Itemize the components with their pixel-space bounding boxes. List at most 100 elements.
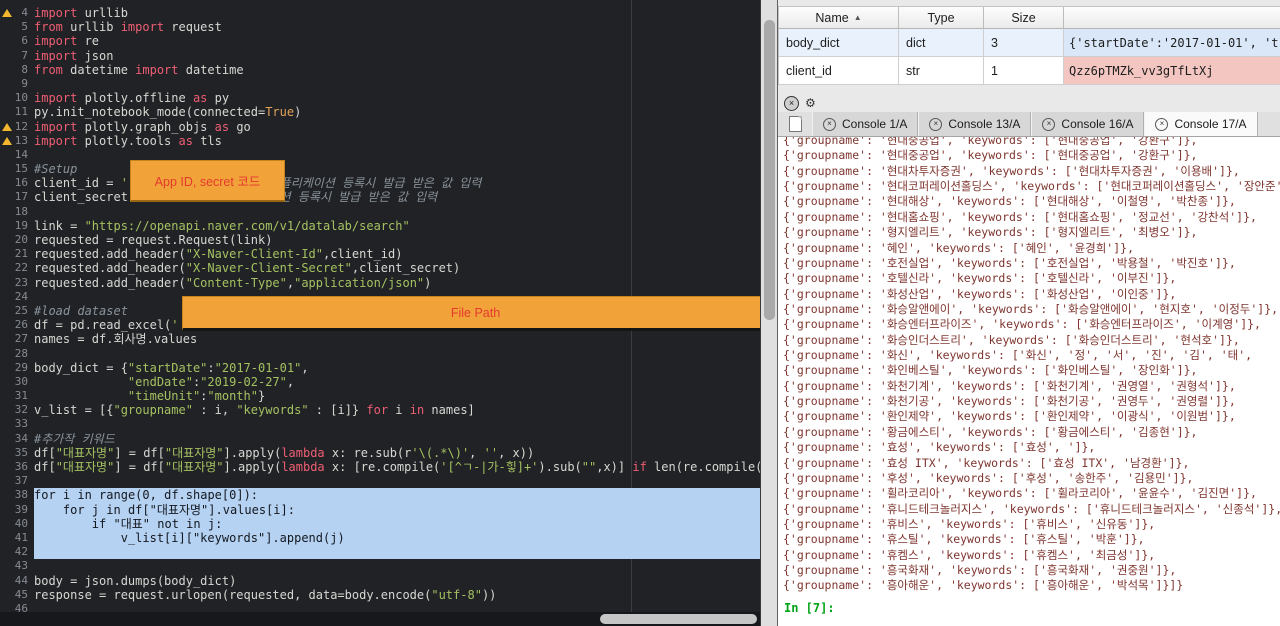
code-line-34[interactable]: 34 #추가작 키워드 — [0, 432, 760, 446]
code-line-45[interactable]: 45 response = request.urlopen(requested, … — [0, 588, 760, 602]
line-number: 11 — [14, 105, 28, 119]
code-line-29[interactable]: 29 body_dict = {"startDate":"2017-01-01", — [0, 361, 760, 375]
code-line-4[interactable]: 4 import urllib — [0, 6, 760, 20]
code-editor[interactable]: 4 import urllib 5 from urllib import reques… — [0, 0, 760, 626]
column-header-size[interactable]: Size — [984, 6, 1064, 29]
tab-close-icon[interactable]: × — [929, 117, 943, 131]
code-line-7[interactable]: 7 import json — [0, 49, 760, 63]
code-line-44[interactable]: 44 body = json.dumps(body_dict) — [0, 574, 760, 588]
code-line-41[interactable]: 41 v_list[i]["keywords"].append(j) — [0, 530, 760, 546]
column-header-value[interactable] — [1064, 6, 1280, 29]
editor-horizontal-scrollbar[interactable] — [0, 612, 760, 626]
tab-console-16-a[interactable]: × Console 16/A — [1031, 112, 1145, 136]
code-line-8[interactable]: 8 from datetime import datetime — [0, 63, 760, 77]
close-pane-icon[interactable]: × — [784, 96, 799, 111]
code-line-42[interactable]: 42 — [0, 545, 760, 560]
annotation-label: App ID, secret 코드 — [154, 175, 261, 189]
code-line-36[interactable]: 36 df["대표자명"] = df["대표자명"].apply(lambda x… — [0, 460, 760, 474]
editor-vertical-scrollbar[interactable] — [760, 0, 777, 626]
line-number: 22 — [14, 261, 28, 275]
line-number: 18 — [14, 204, 28, 218]
tab-console-13-a[interactable]: × Console 13/A — [918, 112, 1032, 136]
line-number: 23 — [14, 275, 28, 289]
variable-type[interactable]: str — [899, 57, 984, 85]
annotation-label: File Path — [450, 305, 501, 320]
annotation-file-path: File Path — [182, 296, 760, 331]
code-line-9[interactable]: 9 — [0, 77, 760, 91]
tab-label: Console 1/A — [842, 117, 908, 131]
console-output-line: {'groupname': '황금에스티', 'keywords': ['황금에… — [783, 424, 1198, 439]
console-output-line: {'groupname': '휴니드테크놀러지스', 'keywords': [… — [783, 501, 1280, 516]
code-line-20[interactable]: 20 requested = request.Request(link) — [0, 233, 760, 247]
code-line-12[interactable]: 12 import plotly.graph_objs as go — [0, 120, 760, 134]
console-output-line: {'groupname': '화천기계', 'keywords': ['화천기계… — [783, 378, 1236, 393]
code-line-14[interactable]: 14 — [0, 148, 760, 162]
variable-name[interactable]: body_dict — [779, 29, 899, 57]
console-prompt[interactable]: In [7]: — [784, 601, 835, 615]
code-line-43[interactable]: 43 — [0, 559, 760, 573]
warning-icon — [2, 122, 12, 131]
console-output[interactable]: {'groupname': '현대중공업', 'keywords': ['현대중… — [783, 133, 1280, 593]
line-number: 41 — [14, 530, 28, 544]
code-line-32[interactable]: 32 v_list = [{"groupname" : i, "keywords"… — [0, 403, 760, 417]
variable-row-body_dict[interactable]: body_dict dict 3 {'startDate':'2017-01-01',… — [779, 29, 1280, 57]
variable-value[interactable]: Qzz6pTMZk_vv3gTfLtXj — [1064, 57, 1280, 85]
code-line-40[interactable]: 40 if "대표" not in j: — [0, 516, 760, 531]
code-line-35[interactable]: 35 df["대표자명"] = df["대표자명"].apply(lambda x… — [0, 446, 760, 460]
code-line-16[interactable]: 16 client_id = ' 플리케이션 등록시 발급 받은 값 입력 — [0, 176, 760, 190]
line-number: 24 — [14, 289, 28, 303]
console-output-line: {'groupname': '휠라코리아', 'keywords': ['휠라코… — [783, 486, 1257, 501]
code-line-10[interactable]: 10 import plotly.offline as py — [0, 91, 760, 105]
file-icon-wrap[interactable] — [778, 112, 812, 136]
console-output-line: {'groupname': '현대해상', 'keywords': ['현대해상… — [783, 194, 1236, 209]
code-line-23[interactable]: 23 requested.add_header("Content-Type","a… — [0, 276, 760, 290]
options-gear-icon[interactable]: ⚙ — [805, 97, 816, 110]
code-line-19[interactable]: 19 link = "https://openapi.naver.com/v1/d… — [0, 219, 760, 233]
code-line-27[interactable]: 27 names = df.회사명.values — [0, 332, 760, 346]
vertical-scrollbar-thumb[interactable] — [764, 20, 775, 320]
console-output-line: {'groupname': '혜인', 'keywords': ['혜인', '… — [783, 240, 1135, 255]
tab-close-icon[interactable]: × — [823, 117, 836, 131]
code-line-13[interactable]: 13 import plotly.tools as tls — [0, 134, 760, 148]
code-line-38[interactable]: 38 for i in range(0, df.shape[0]): — [0, 488, 760, 503]
console-output-line: {'groupname': '환인제약', 'keywords': ['환인제약… — [783, 409, 1236, 424]
horizontal-scrollbar-thumb[interactable] — [600, 614, 757, 624]
console-output-line: {'groupname': '화천기공', 'keywords': ['화천기공… — [783, 394, 1236, 409]
line-number: 33 — [14, 417, 28, 431]
variable-value[interactable]: {'startDate':'2017-01-01', 't — [1064, 29, 1280, 57]
code-line-18[interactable]: 18 — [0, 205, 760, 219]
variable-name[interactable]: client_id — [779, 57, 899, 85]
tab-console-1-a[interactable]: × Console 1/A — [812, 112, 919, 136]
code-line-11[interactable]: 11 py.init_notebook_mode(connected=True) — [0, 105, 760, 119]
code-line-22[interactable]: 22 requested.add_header("X-Naver-Client-S… — [0, 261, 760, 275]
line-number: 32 — [14, 403, 28, 417]
variable-row-client_id[interactable]: client_id str 1 Qzz6pTMZk_vv3gTfLtXj — [779, 57, 1280, 85]
column-header-type[interactable]: Type — [899, 6, 984, 29]
code-line-31[interactable]: 31 "timeUnit":"month"} — [0, 389, 760, 403]
console-tab-bar: × Console 1/A × Console 13/A × Console 16/A × C… — [778, 112, 1280, 137]
column-header-name[interactable]: Name ▲ — [779, 6, 899, 29]
variable-explorer: Name ▲ Type Size body_dict dict 3 {'startDa… — [778, 6, 1280, 85]
variable-size[interactable]: 1 — [984, 57, 1064, 85]
variable-type[interactable]: dict — [899, 29, 984, 57]
code-line-37[interactable]: 37 — [0, 474, 760, 488]
tab-close-icon[interactable]: × — [1042, 117, 1056, 131]
line-number: 38 — [14, 488, 28, 502]
tab-close-icon[interactable]: × — [1155, 117, 1169, 131]
code-line-33[interactable]: 33 — [0, 417, 760, 431]
code-line-21[interactable]: 21 requested.add_header("X-Naver-Client-I… — [0, 247, 760, 261]
line-number: 42 — [14, 545, 28, 559]
code-line-28[interactable]: 28 — [0, 347, 760, 361]
code-line-30[interactable]: 30 "endDate":"2019-02-27", — [0, 375, 760, 389]
code-line-5[interactable]: 5 from urllib import request — [0, 20, 760, 34]
variable-size[interactable]: 3 — [984, 29, 1064, 57]
console-output-line: {'groupname': '흥아해운', 'keywords': ['흥아해운… — [783, 578, 1184, 593]
code-line-6[interactable]: 6 import re — [0, 34, 760, 48]
tab-console-17-a[interactable]: × Console 17/A — [1144, 112, 1258, 136]
line-number: 16 — [14, 176, 28, 190]
line-number: 45 — [14, 587, 28, 601]
code-line-17[interactable]: 17 client_secret 션 등록시 발급 받은 값 입력 — [0, 190, 760, 204]
code-line-15[interactable]: 15 #Setup — [0, 162, 760, 176]
code-line-39[interactable]: 39 for j in df["대표자명"].values[i]: — [0, 502, 760, 517]
console-tabs: × Console 1/A × Console 13/A × Console 16/A × C… — [812, 112, 1258, 136]
